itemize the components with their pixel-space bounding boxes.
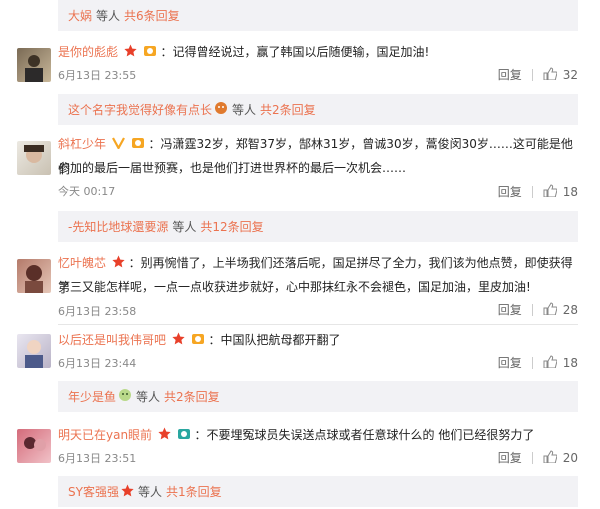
reply-username[interactable]: SY客强强 [68,483,119,500]
reply-count-link[interactable]: 共6条回复 [124,7,180,24]
avatar-image [25,265,43,293]
vip-badge-icon[interactable] [191,329,205,353]
comment-timestamp: 6月13日 23:44 [58,357,137,370]
reply-button[interactable]: 回复 [498,449,522,466]
comment-item: 明天已在yan眼前 ：不要埋冤球员失误送点球或者任意球什么的 他们已经很努力了 … [0,421,600,469]
reply-username[interactable]: 大娲 [68,7,92,24]
reply-count-link[interactable]: 共2条回复 [260,101,316,118]
avatar[interactable] [17,429,51,463]
comment-item: 斜杠少年 ：冯潇霆32岁，郑智37岁，郜林31岁，曾诚30岁，蒿俊闵30岁……这… [0,132,600,204]
emoji-icon [118,388,132,405]
star-badge-icon[interactable] [158,424,171,448]
comment-text: ：中国队把航母都开翻了 [208,333,341,347]
reply-username[interactable]: -先知比地球還要源 [68,218,168,235]
comment-username[interactable]: 是你的彪彪 [58,45,118,59]
divider [531,356,533,369]
like-count: 18 [562,184,578,199]
reply-summary-bar[interactable]: 大娲 等人 共6条回复 [58,0,578,31]
camera-badge-icon[interactable] [177,424,191,448]
divider [531,303,533,316]
comment-item: 忆叶魄芯 ：别再惋惜了，上半场我们还落后呢，国足拼尽了全力，我们该为他点赞，即使… [0,251,600,323]
star-badge-icon[interactable] [124,41,137,65]
like-count: 32 [562,67,578,82]
thumb-up-icon[interactable] [543,183,558,200]
reply-count-link[interactable]: 共1条回复 [166,483,222,500]
comment-timestamp: 今天 00:17 [58,185,116,198]
reply-count-link[interactable]: 共12条回复 [200,218,263,235]
reply-summary-bar[interactable]: 年少是鱼 等人 共2条回复 [58,381,578,412]
avatar-image [24,145,44,163]
star-badge-icon[interactable] [172,329,185,353]
reply-text: 等人 [172,220,197,234]
comment-item: 是你的彪彪 ：记得曾经说过，赢了韩国以后随便输，国足加油! 6月13日 23:5… [0,36,600,93]
reply-count-link[interactable]: 共2条回复 [164,388,220,405]
star-badge-icon[interactable] [112,252,125,276]
reply-button[interactable]: 回复 [498,66,522,83]
comment-username[interactable]: 以后还是叫我伟哥吧 [58,333,166,347]
reply-text: 等人 [96,9,121,23]
reply-button[interactable]: 回复 [498,183,522,200]
thumb-up-icon[interactable] [543,354,558,371]
avatar[interactable] [17,48,51,82]
star-badge-icon[interactable] [121,484,134,500]
comment-username[interactable]: 明天已在yan眼前 [58,428,152,442]
reply-button[interactable]: 回复 [498,354,522,371]
comment-timestamp: 6月13日 23:51 [58,452,137,465]
divider [531,451,533,464]
like-count: 18 [562,355,578,370]
reply-summary-bar[interactable]: -先知比地球還要源 等人 共12条回复 [58,211,578,242]
comment-text-line2: 参加的最后一届世预赛，也是他们打进世界杯的最后一次机会…… [58,161,407,175]
reply-text: 等人 [137,485,162,499]
divider [531,185,533,198]
comment-username[interactable]: 忆叶魄芯 [58,256,106,270]
vip-badge-icon[interactable] [131,133,145,157]
vip-badge-icon[interactable] [111,133,125,157]
avatar-image [25,340,43,368]
reply-text: 等人 [232,103,257,117]
comment-text-line2: 第三又能怎样呢，一点一点收获进步就好，心中那抹红永不会褪色，国足加油，里皮加油! [58,280,531,294]
avatar-image [25,55,43,82]
reply-text: 等人 [136,390,161,404]
thumb-up-icon[interactable] [543,449,558,466]
emoji-icon [214,101,228,118]
thumb-up-icon[interactable] [543,301,558,318]
like-count: 28 [562,302,578,317]
comment-timestamp: 6月13日 23:55 [58,69,137,82]
avatar[interactable] [17,259,51,293]
divider [531,68,533,81]
comment-text: ：记得曾经说过，赢了韩国以后随便输，国足加油! [160,45,430,59]
avatar[interactable] [17,334,51,368]
reply-username[interactable]: 年少是鱼 [68,388,116,405]
comment-username[interactable]: 斜杠少年 [58,137,106,151]
avatar[interactable] [17,141,51,175]
reply-summary-bar[interactable]: SY客强强 等人 共1条回复 [58,476,578,507]
vip-badge-icon[interactable] [143,41,157,65]
like-count: 20 [562,450,578,465]
reply-summary-bar[interactable]: 这个名字我觉得好像有点长 等人 共2条回复 [58,94,578,125]
divider [58,324,578,325]
comment-text: ：不要埋冤球员失误送点球或者任意球什么的 他们已经很努力了 [194,428,535,442]
thumb-up-icon[interactable] [543,66,558,83]
reply-username[interactable]: 这个名字我觉得好像有点长 [68,101,212,118]
comment-timestamp: 6月13日 23:58 [58,305,137,318]
reply-button[interactable]: 回复 [498,301,522,318]
avatar-image [24,437,46,451]
comment-item: 以后还是叫我伟哥吧 ：中国队把航母都开翻了 6月13日 23:44 回复 18 [0,326,600,374]
